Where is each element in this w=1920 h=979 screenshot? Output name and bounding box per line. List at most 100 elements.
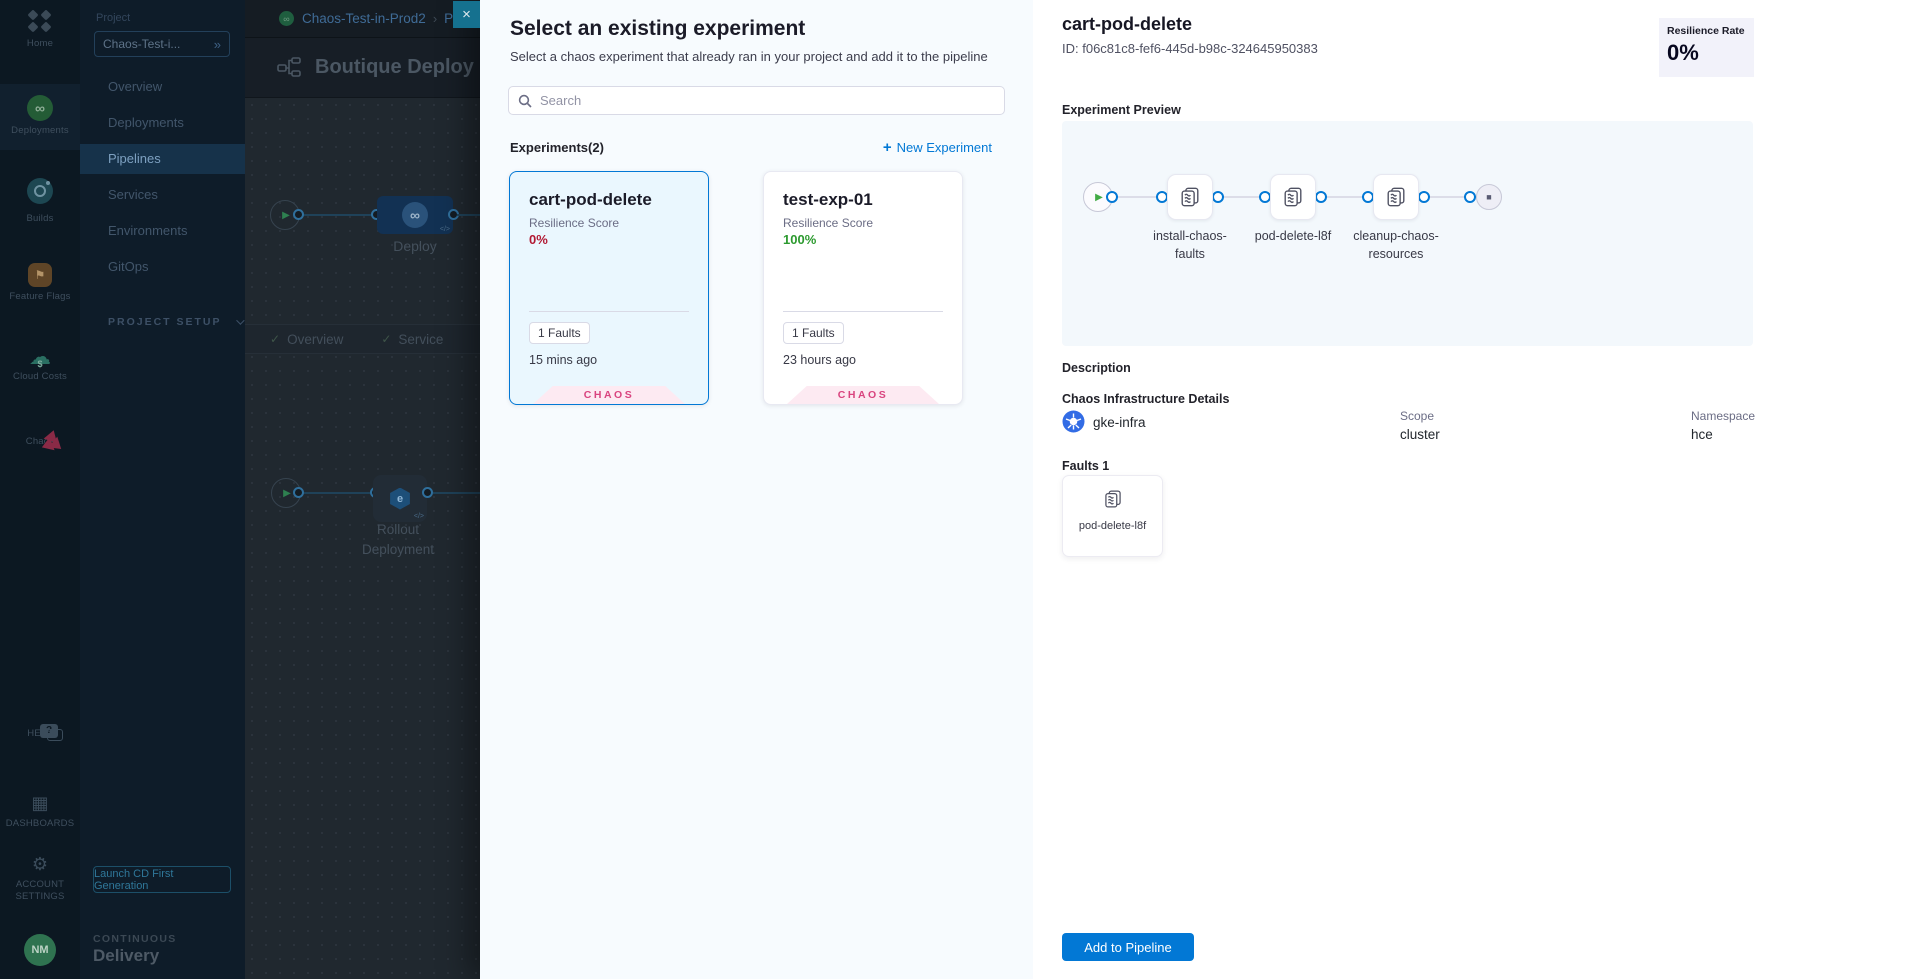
sidebar-item-home[interactable]: Home: [0, 10, 80, 50]
play-icon: ▶: [1095, 192, 1103, 203]
namespace-value: hce: [1691, 427, 1713, 442]
pipeline-icon: [277, 57, 303, 79]
sidebar-item-label: DASHBOARDS: [0, 818, 80, 830]
infra-name: gke-infra: [1093, 415, 1146, 430]
feature-flags-icon: ⚑: [28, 263, 52, 287]
connector-port: [1212, 191, 1224, 203]
last-updated: 23 hours ago: [783, 353, 856, 367]
tab-service[interactable]: ✓Service: [381, 332, 443, 347]
module-kicker: CONTINUOUS: [93, 933, 177, 945]
infra-section-label: Chaos Infrastructure Details: [1062, 392, 1229, 406]
faults-badge: 1 Faults: [529, 322, 590, 344]
builds-icon: [27, 178, 53, 204]
scope-label: Scope: [1400, 409, 1434, 423]
experiment-details-panel: cart-pod-delete ID: f06c81c8-fef6-445d-b…: [1033, 0, 1920, 979]
experiment-preview-canvas: ▶: [1062, 121, 1753, 346]
sidebar-item-help[interactable]: ? HELP: [0, 724, 80, 740]
close-icon: ×: [462, 6, 471, 23]
resilience-rate-value: 0%: [1667, 40, 1746, 66]
nav-item-gitops[interactable]: GitOps: [80, 252, 245, 282]
project-nav-panel: Project Chaos-Test-i... » Overview Deplo…: [80, 0, 245, 979]
project-setup-toggle[interactable]: PROJECT SETUP: [108, 316, 242, 328]
avatar-initials: NM: [24, 934, 56, 966]
connector-line: [433, 492, 480, 494]
nav-item-pipelines[interactable]: Pipelines: [80, 144, 245, 174]
sidebar-item-dashboards[interactable]: ▦ DASHBOARDS: [0, 794, 80, 830]
home-icon: [28, 10, 52, 32]
check-icon: ✓: [381, 332, 391, 346]
scope-value: cluster: [1400, 427, 1440, 442]
experiment-name: test-exp-01: [783, 190, 873, 210]
new-experiment-link[interactable]: + New Experiment: [883, 139, 992, 156]
user-avatar[interactable]: NM: [0, 934, 80, 966]
project-selector[interactable]: Chaos-Test-i... »: [94, 31, 230, 57]
play-icon: ▶: [283, 488, 291, 499]
search-input[interactable]: [540, 93, 995, 108]
experiment-card-cart-pod-delete[interactable]: cart-pod-delete Resilience Score 0% 1 Fa…: [509, 171, 709, 405]
sidebar-item-builds[interactable]: Builds: [0, 178, 80, 225]
rollout-step-icon: e: [389, 488, 411, 510]
nav-item-overview[interactable]: Overview: [80, 72, 245, 102]
chevron-down-icon: [236, 316, 244, 324]
resilience-score-label: Resilience Score: [529, 216, 619, 230]
launch-cd-first-gen-button[interactable]: Launch CD First Generation: [93, 866, 231, 893]
chaos-fault-icon: [1103, 489, 1123, 509]
chaos-ribbon: CHAOS: [533, 386, 685, 404]
plus-icon: +: [883, 139, 892, 156]
faults-badge: 1 Faults: [783, 322, 844, 344]
preview-node-install-chaos-faults[interactable]: [1167, 174, 1213, 220]
step-label-line1: Rollout: [348, 522, 448, 537]
tab-overview[interactable]: ✓Overview: [270, 332, 343, 347]
experiment-search[interactable]: [508, 86, 1005, 115]
module-name: Delivery: [93, 946, 159, 966]
breadcrumb-separator-icon: ›: [433, 11, 437, 26]
connector-line: [302, 214, 372, 216]
step-label-line2: Deployment: [348, 542, 448, 557]
faults-section-label: Faults 1: [1062, 459, 1109, 473]
select-experiment-modal: Select an existing experiment Select a c…: [480, 0, 1920, 979]
deploy-stage-node[interactable]: ∞ </>: [377, 196, 453, 234]
connector-line: [302, 492, 370, 494]
rollout-deployment-step-node[interactable]: e </>: [373, 475, 427, 522]
search-icon: [518, 94, 532, 108]
sidebar-item-feature-flags[interactable]: ⚑ Feature Flags: [0, 263, 80, 303]
modal-title: Select an existing experiment: [510, 17, 805, 41]
cloud-costs-icon: ☁$: [26, 345, 54, 369]
sidebar-item-label: Home: [0, 38, 80, 50]
nav-item-environments[interactable]: Environments: [80, 216, 245, 246]
fault-card-pod-delete[interactable]: pod-delete-l8f: [1062, 475, 1163, 557]
preview-node-label: pod-delete-l8f: [1245, 228, 1341, 246]
deployments-icon: ∞: [27, 95, 53, 121]
preview-node-label: cleanup-chaos-resources: [1348, 228, 1444, 263]
code-icon: </>: [440, 226, 450, 233]
sidebar-item-label: ACCOUNT SETTINGS: [0, 879, 80, 903]
breadcrumb-project-link[interactable]: Chaos-Test-in-Prod2: [302, 11, 426, 26]
experiment-id: ID: f06c81c8-fef6-445d-b98c-324645950383: [1062, 41, 1318, 56]
experiment-card-test-exp-01[interactable]: test-exp-01 Resilience Score 100% 1 Faul…: [763, 171, 963, 405]
chaos-ribbon: CHAOS: [787, 386, 939, 404]
preview-node-pod-delete[interactable]: [1270, 174, 1316, 220]
card-divider: [783, 311, 943, 312]
project-expand-icon: »: [214, 37, 221, 52]
project-selector-value: Chaos-Test-i...: [103, 37, 180, 51]
chaos-fault-icon: [1282, 186, 1304, 208]
code-icon: </>: [414, 513, 424, 520]
nav-item-deployments[interactable]: Deployments: [80, 108, 245, 138]
add-to-pipeline-button[interactable]: Add to Pipeline: [1062, 933, 1194, 961]
pipeline-title: Boutique Deploy: [315, 56, 474, 79]
preview-node-cleanup-chaos-resources[interactable]: [1373, 174, 1419, 220]
preview-end-node[interactable]: ■: [1476, 184, 1502, 210]
sidebar-item-cloud-costs[interactable]: ☁$ Cloud Costs: [0, 345, 80, 383]
sidebar-item-deployments[interactable]: ∞ Deployments: [0, 95, 80, 137]
project-section-label: Project: [96, 12, 130, 24]
experiment-name: cart-pod-delete: [529, 190, 652, 210]
sidebar-item-account-settings[interactable]: ⚙ ACCOUNT SETTINGS: [0, 855, 80, 903]
stop-icon: ■: [1486, 192, 1491, 202]
experiments-count-header: Experiments(2): [510, 140, 604, 155]
nav-item-services[interactable]: Services: [80, 180, 245, 210]
description-label: Description: [1062, 361, 1131, 375]
card-divider: [529, 311, 689, 312]
sidebar-item-chaos[interactable]: Chaos: [0, 430, 80, 448]
modal-close-button[interactable]: ×: [453, 1, 480, 28]
resilience-rate-box: Resilience Rate 0%: [1659, 18, 1754, 77]
